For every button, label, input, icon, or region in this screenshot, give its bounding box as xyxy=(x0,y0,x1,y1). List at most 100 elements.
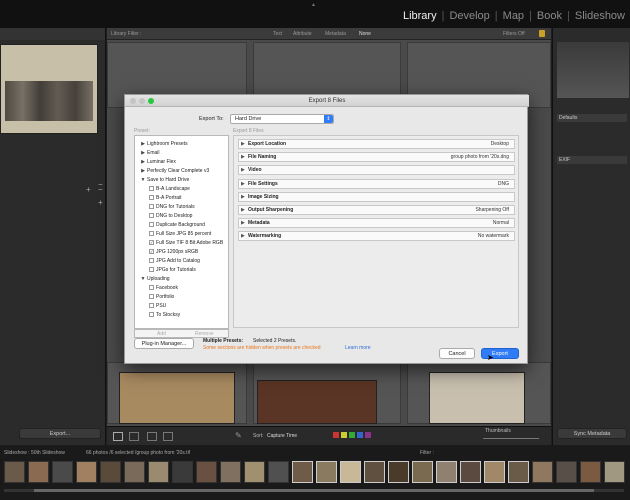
preset-item[interactable]: ✓ Full Size TIF 8 Bit Adobe RGB xyxy=(135,239,230,248)
export-button[interactable]: Export... xyxy=(19,428,101,439)
navigator-preview[interactable] xyxy=(0,44,98,134)
module-map[interactable]: Map xyxy=(498,10,529,22)
preset-item[interactable]: Facebook xyxy=(135,284,230,293)
preset-folder[interactable]: ▼ Save to Hard Drive xyxy=(135,176,230,185)
preset-checkbox[interactable] xyxy=(149,258,154,264)
collapse-icon[interactable]: − xyxy=(98,185,103,194)
disclosure-closed-icon[interactable]: ▶ xyxy=(139,167,147,176)
filmstrip-thumb[interactable] xyxy=(268,461,289,483)
zoom-icon[interactable] xyxy=(148,98,154,104)
export-section-image-sizing[interactable]: ▶ Image Sizing xyxy=(238,191,515,202)
filter-tab-text[interactable]: Text xyxy=(273,31,282,37)
preset-folder[interactable]: ▶ Email xyxy=(135,149,230,158)
grid-view-icon[interactable] xyxy=(113,432,123,441)
preset-item[interactable]: B-A Portrait xyxy=(135,194,230,203)
filmstrip-scrollbar[interactable] xyxy=(4,489,624,492)
preset-checkbox[interactable] xyxy=(149,213,154,219)
filmstrip-thumb[interactable] xyxy=(292,461,313,483)
disclosure-closed-icon[interactable]: ▶ xyxy=(241,140,245,149)
preset-item[interactable]: To Stocksy xyxy=(135,311,230,320)
preset-item[interactable]: JPGs for Tutorials xyxy=(135,266,230,275)
export-section-file-naming[interactable]: ▶ File Naming group photo from '20s.dng xyxy=(238,152,515,163)
disclosure-closed-icon[interactable]: ▶ xyxy=(241,180,245,189)
disclosure-open-icon[interactable]: ▼ xyxy=(139,176,147,185)
preset-checkbox[interactable] xyxy=(149,222,154,228)
grid-photo[interactable] xyxy=(257,380,377,424)
module-library[interactable]: Library xyxy=(398,10,442,22)
export-section-file-settings[interactable]: ▶ File Settings DNG xyxy=(238,178,515,189)
preset-checkbox[interactable] xyxy=(149,267,154,273)
module-book[interactable]: Book xyxy=(532,10,567,22)
preset-item[interactable]: Full Size JPG 85 percent xyxy=(135,230,230,239)
filmstrip-thumb[interactable] xyxy=(100,461,121,483)
preset-folder[interactable]: ▼ Uploading xyxy=(135,275,230,284)
preset-checkbox[interactable] xyxy=(149,285,154,291)
filmstrip-thumb[interactable] xyxy=(364,461,385,483)
survey-view-icon[interactable] xyxy=(163,432,173,441)
preset-checkbox[interactable] xyxy=(149,204,154,210)
preset-checkbox[interactable] xyxy=(149,195,154,201)
preset-item[interactable]: PSU xyxy=(135,302,230,311)
disclosure-closed-icon[interactable]: ▶ xyxy=(241,193,245,202)
add-preset-button[interactable]: Add xyxy=(157,331,166,337)
filmstrip-thumb[interactable] xyxy=(220,461,241,483)
export-to-select[interactable]: Hard Drive ⇕ xyxy=(230,114,334,124)
filmstrip-thumb[interactable] xyxy=(388,461,409,483)
preset-checkbox[interactable]: ✓ xyxy=(149,249,154,255)
filmstrip-path[interactable]: Slideshow : 50th Slideshow xyxy=(4,450,65,456)
filmstrip-thumb[interactable] xyxy=(52,461,73,483)
preset-folder[interactable]: ▶ Luminar Flex xyxy=(135,158,230,167)
preset-checkbox[interactable]: ✓ xyxy=(149,240,154,246)
color-label-green[interactable] xyxy=(349,432,355,438)
filmstrip-thumb[interactable] xyxy=(4,461,25,483)
module-develop[interactable]: Develop xyxy=(444,10,494,22)
disclosure-closed-icon[interactable]: ▶ xyxy=(241,232,245,241)
preset-checkbox[interactable] xyxy=(149,186,154,192)
filmstrip-thumb[interactable] xyxy=(76,461,97,483)
preset-item[interactable]: DNG to Desktop xyxy=(135,212,230,221)
loupe-view-icon[interactable] xyxy=(129,432,139,441)
compare-view-icon[interactable] xyxy=(147,432,157,441)
thumbnail-size-slider[interactable] xyxy=(483,438,539,439)
lock-icon[interactable] xyxy=(539,30,545,37)
preset-item[interactable]: JPG Add to Catalog xyxy=(135,257,230,266)
color-label-blue[interactable] xyxy=(357,432,363,438)
preset-item[interactable]: Portfolio xyxy=(135,293,230,302)
preset-item[interactable]: ✓ JPG 1200px sRGB xyxy=(135,248,230,257)
disclosure-closed-icon[interactable]: ▶ xyxy=(139,158,147,167)
preset-checkbox[interactable] xyxy=(149,303,154,309)
filmstrip-thumb[interactable] xyxy=(556,461,577,483)
filmstrip-thumb[interactable] xyxy=(244,461,265,483)
color-label-red[interactable] xyxy=(333,432,339,438)
filmstrip-thumb[interactable] xyxy=(316,461,337,483)
grid-photo[interactable] xyxy=(119,372,235,424)
sync-metadata-button[interactable]: Sync Metadata xyxy=(557,428,627,439)
remove-preset-button[interactable]: Remove xyxy=(195,331,214,337)
filmstrip-thumb[interactable] xyxy=(28,461,49,483)
top-panel-toggle-icon[interactable]: ▲ xyxy=(311,2,317,8)
filmstrip-thumb[interactable] xyxy=(484,461,505,483)
filmstrip-thumb[interactable] xyxy=(172,461,193,483)
export-section-export-location[interactable]: ▶ Export Location Desktop xyxy=(238,139,515,149)
filmstrip-thumb[interactable] xyxy=(460,461,481,483)
filmstrip-thumb[interactable] xyxy=(580,461,601,483)
disclosure-closed-icon[interactable]: ▶ xyxy=(241,206,245,215)
disclosure-closed-icon[interactable]: ▶ xyxy=(139,140,147,149)
close-icon[interactable] xyxy=(130,98,136,104)
color-label-yellow[interactable] xyxy=(341,432,347,438)
filmstrip-thumb[interactable] xyxy=(148,461,169,483)
defaults-select[interactable]: Defaults xyxy=(557,114,627,122)
preset-folder[interactable]: ▶ Lightroom Presets xyxy=(135,140,230,149)
filter-tab-attribute[interactable]: Attribute xyxy=(293,31,312,37)
painter-icon[interactable]: ✎ xyxy=(235,431,242,440)
preset-checkbox[interactable] xyxy=(149,294,154,300)
filter-tab-none[interactable]: None xyxy=(359,31,371,37)
scrollbar-thumb[interactable] xyxy=(34,489,594,492)
plus-icon[interactable]: + xyxy=(98,198,103,207)
filmstrip-thumb[interactable] xyxy=(508,461,529,483)
export-section-video[interactable]: ▶ Video xyxy=(238,165,515,176)
learn-more-link[interactable]: Learn more xyxy=(345,345,371,351)
filmstrip-thumb[interactable] xyxy=(196,461,217,483)
filter-tab-metadata[interactable]: Metadata xyxy=(325,31,346,37)
preset-item[interactable]: Duplicate Background xyxy=(135,221,230,230)
